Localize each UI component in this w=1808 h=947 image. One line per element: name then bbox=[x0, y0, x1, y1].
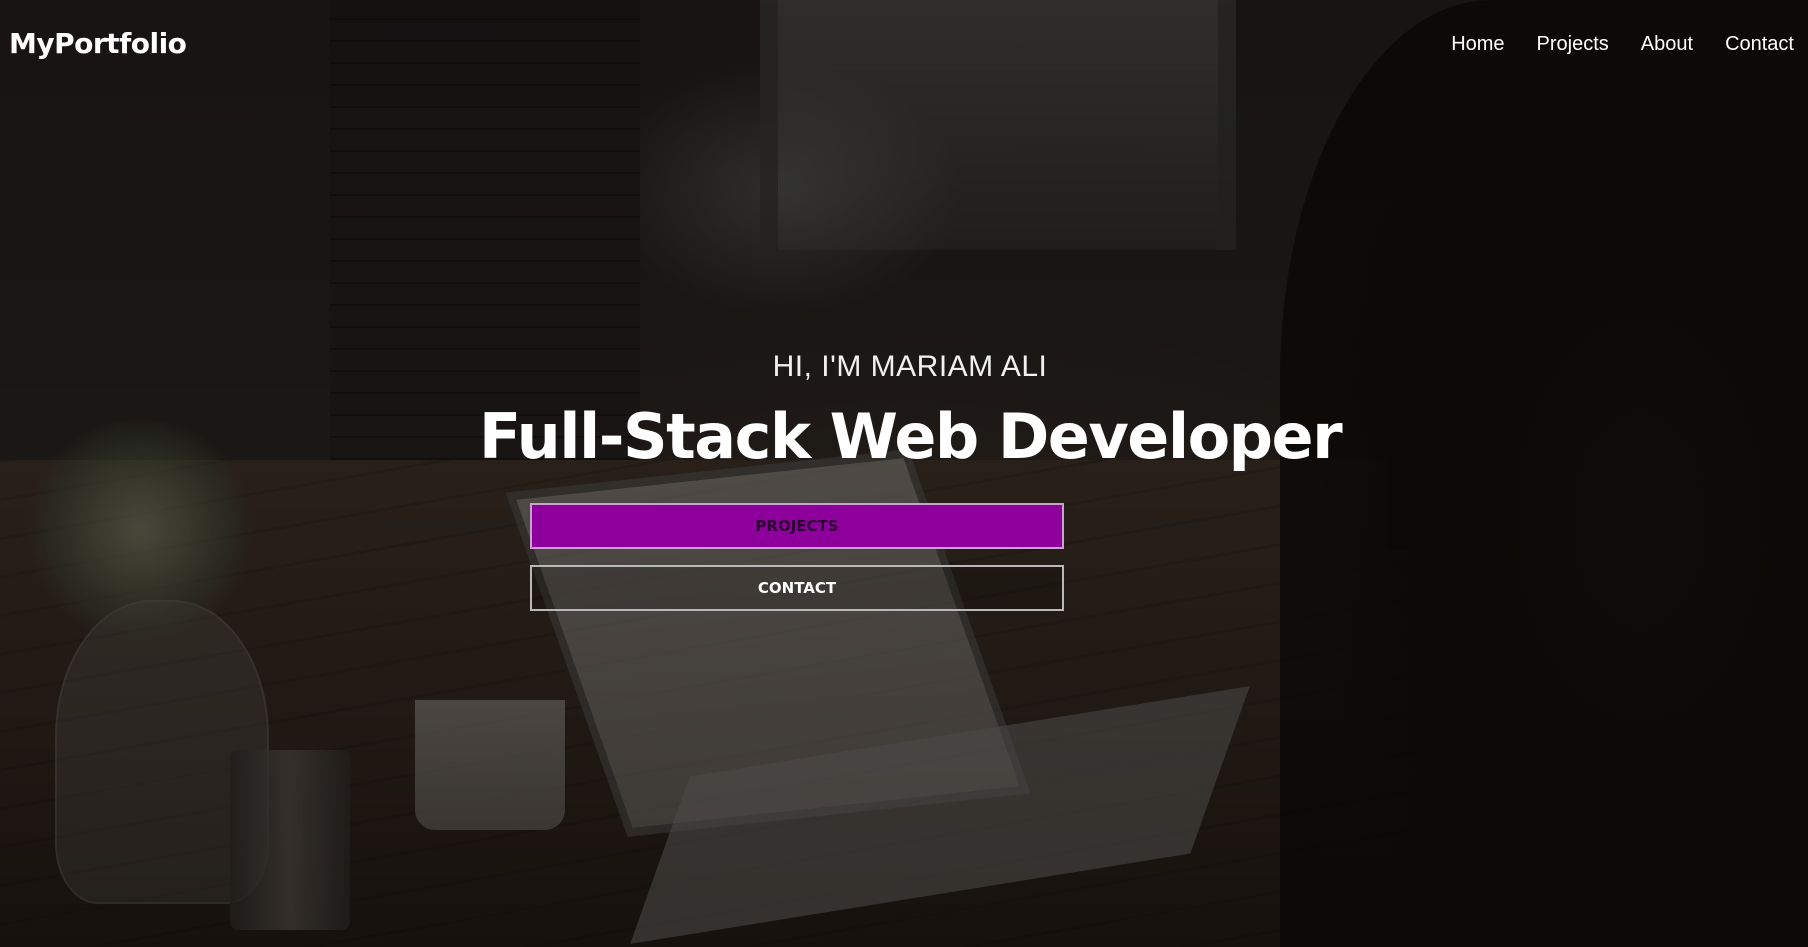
hero-headline: Full-Stack Web Developer bbox=[478, 400, 1343, 473]
hero-intro: HI, I'M MARIAM ALI bbox=[772, 350, 1048, 383]
projects-button[interactable]: PROJECTS bbox=[530, 503, 1064, 549]
hero-content: HI, I'M MARIAM ALI Full-Stack Web Develo… bbox=[0, 0, 1808, 947]
hero-section: MyPortfolio Home Projects About Contact … bbox=[0, 0, 1808, 947]
contact-button[interactable]: CONTACT bbox=[530, 565, 1064, 611]
